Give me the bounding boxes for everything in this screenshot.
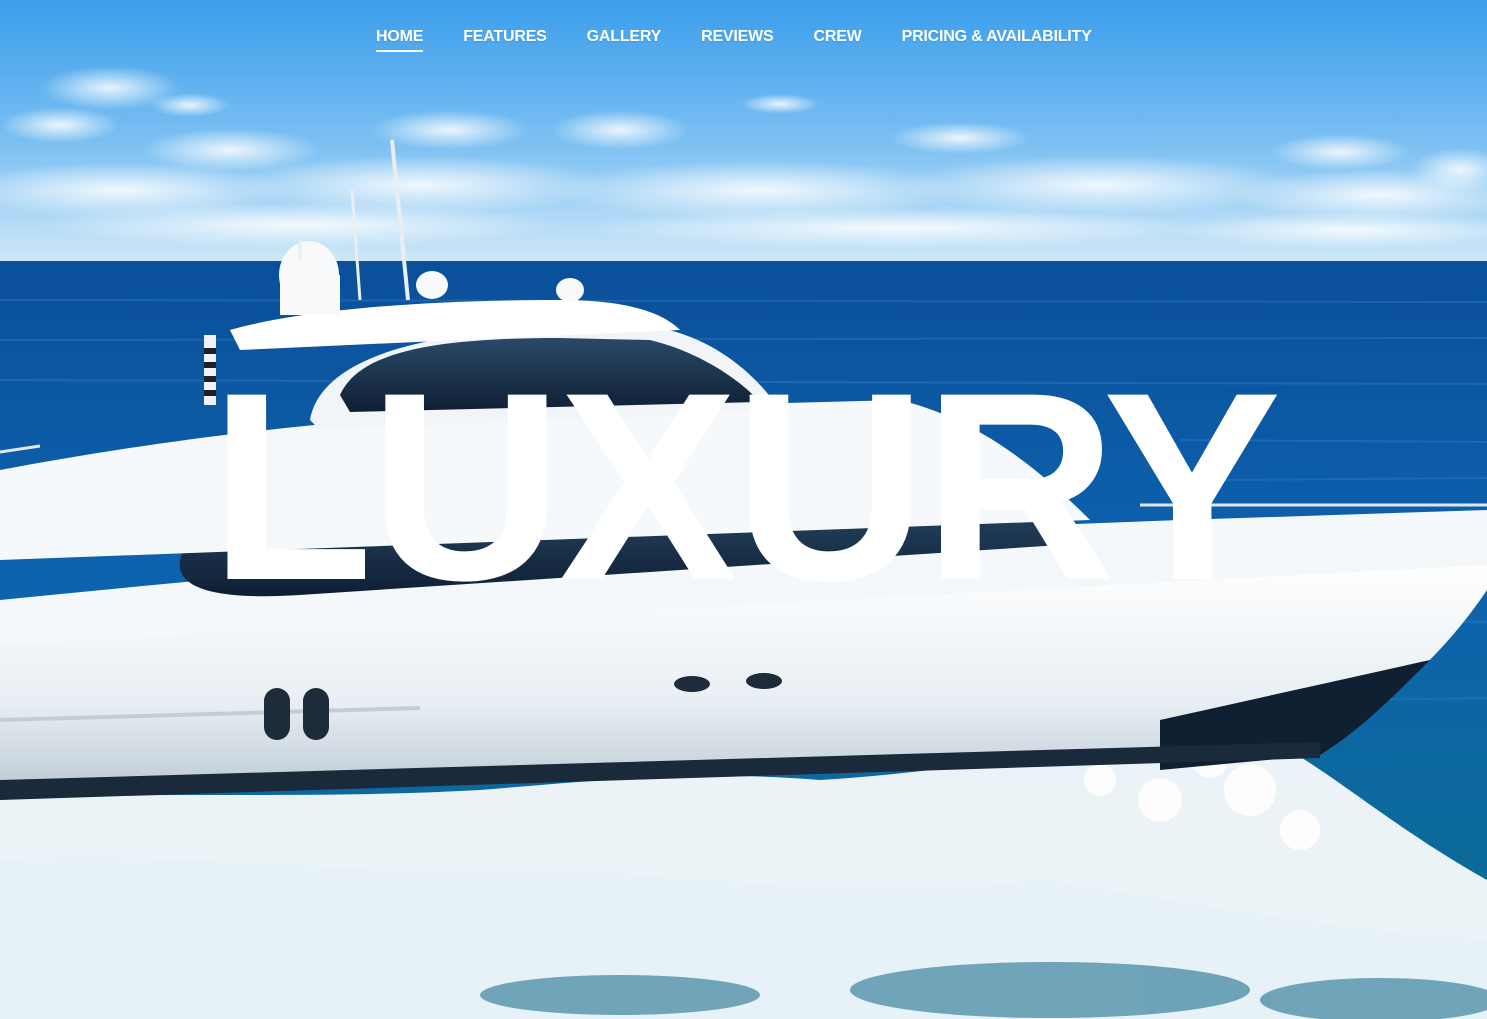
nav-item-crew[interactable]: CREW: [814, 28, 862, 52]
nav-item-home[interactable]: HOME: [376, 28, 423, 52]
nav-item-pricing-availability[interactable]: PRICING & AVAILABILITY: [902, 28, 1092, 52]
nav-item-features[interactable]: FEATURES: [463, 28, 547, 52]
hero-section: HOME FEATURES GALLERY REVIEWS CREW PRICI…: [0, 0, 1487, 1019]
nav-item-reviews[interactable]: REVIEWS: [701, 28, 774, 52]
nav-item-gallery[interactable]: GALLERY: [587, 28, 662, 52]
hero-title: LUXURY: [209, 336, 1282, 636]
main-navigation: HOME FEATURES GALLERY REVIEWS CREW PRICI…: [376, 28, 1092, 52]
